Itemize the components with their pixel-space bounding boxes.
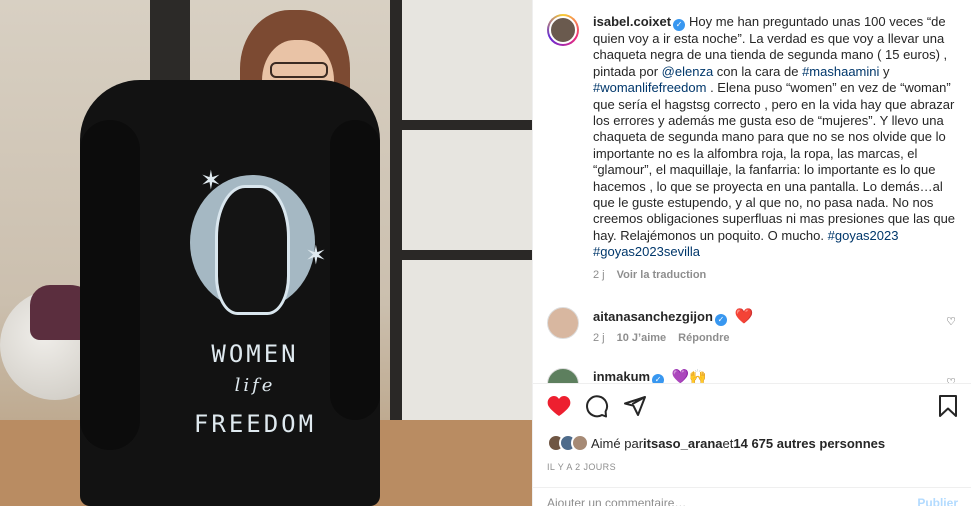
post-photo[interactable]: ✶ ✶ WOMEN life FREEDOM bbox=[0, 0, 532, 506]
liker-username[interactable]: itsaso_arana bbox=[643, 436, 723, 451]
post-side-panel: isabel.coixet ✓ Hoy me han preguntado unas… bbox=[532, 0, 971, 506]
comment-icon[interactable] bbox=[585, 394, 609, 421]
action-bar bbox=[547, 394, 958, 420]
add-comment-input[interactable]: Ajouter un commentaire… bbox=[547, 496, 686, 506]
star-icon: ✶ bbox=[305, 240, 327, 270]
add-comment-bar: Ajouter un commentaire… Publier bbox=[533, 487, 971, 506]
comment-like-heart-icon[interactable]: ♡ bbox=[946, 315, 956, 328]
caption-link[interactable]: #womanlifefreedom bbox=[593, 80, 706, 95]
caption-link[interactable]: #mashaamini bbox=[802, 64, 879, 79]
caption-link[interactable]: #goyas2023sevilla bbox=[593, 244, 700, 259]
translate-link[interactable]: Voir la traduction bbox=[617, 269, 707, 281]
author-username[interactable]: isabel.coixet bbox=[593, 14, 671, 29]
commenter-avatar[interactable] bbox=[547, 307, 579, 340]
heart-icon[interactable] bbox=[547, 395, 571, 420]
caption-link[interactable]: @elenza bbox=[662, 64, 714, 79]
verified-icon: ✓ bbox=[714, 314, 727, 327]
caption-time: 2 j bbox=[593, 268, 605, 281]
likes-summary: Aimé par itsaso_arana et 14 675 autres p… bbox=[547, 434, 958, 452]
commenter-avatar[interactable] bbox=[547, 368, 579, 383]
glasses bbox=[270, 62, 328, 78]
caption-segment: . Elena puso “women” en vez de “woman” q… bbox=[593, 80, 956, 243]
verified-icon: ✓ bbox=[652, 374, 665, 383]
publish-button[interactable]: Publier bbox=[917, 496, 958, 506]
likes-count[interactable]: 14 675 autres personnes bbox=[733, 436, 885, 451]
jacket-text-freedom: FREEDOM bbox=[193, 410, 317, 438]
jacket-text-women: WOMEN bbox=[211, 340, 299, 368]
posted-time: IL Y A 2 JOURS bbox=[547, 462, 616, 472]
caption-row: isabel.coixet ✓ Hoy me han preguntado unas… bbox=[547, 14, 956, 283]
caption: isabel.coixet ✓ Hoy me han preguntado unas… bbox=[593, 14, 956, 283]
comment-item: aitanasanchezgijon ✓ ❤️ 2 j 10 J’aime Répon… bbox=[547, 307, 956, 344]
caption-text: Hoy me han preguntado unas 100 veces “de… bbox=[593, 14, 955, 259]
comment-username[interactable]: aitanasanchezgijon bbox=[593, 309, 713, 324]
bookmark-icon[interactable] bbox=[938, 394, 958, 421]
jacket-sleeve-left bbox=[80, 120, 140, 450]
author-avatar[interactable] bbox=[547, 14, 579, 46]
caption-link[interactable]: #goyas2023 bbox=[828, 228, 899, 243]
painted-portrait bbox=[215, 185, 290, 315]
caption-segment: y bbox=[879, 63, 890, 79]
caption-meta: 2 j Voir la traduction bbox=[593, 267, 956, 283]
share-icon[interactable] bbox=[623, 394, 647, 421]
comment-meta: 2 j 10 J’aime Répondre bbox=[593, 332, 953, 344]
likes-prefix: Aimé par bbox=[591, 435, 644, 451]
jacket-text-life: life bbox=[234, 375, 276, 396]
comment-text: ❤️ bbox=[734, 308, 754, 326]
caption-segment: con la cara de bbox=[713, 63, 803, 79]
comment-like-heart-icon[interactable]: ♡ bbox=[946, 376, 956, 383]
verified-icon: ✓ bbox=[673, 19, 686, 31]
star-icon: ✶ bbox=[200, 165, 222, 195]
comment-text: 💜🙌 bbox=[671, 368, 707, 383]
likes-middle: et bbox=[722, 435, 734, 451]
comment-username[interactable]: inmakum bbox=[593, 369, 650, 383]
comment-time: 2 j bbox=[593, 332, 605, 345]
liker-avatars bbox=[547, 434, 589, 452]
comment-item: inmakum✓ 💜🙌 ♡ bbox=[547, 368, 956, 383]
comments-scroll-area[interactable]: isabel.coixet ✓ Hoy me han preguntado unas… bbox=[533, 0, 971, 383]
reply-button[interactable]: Répondre bbox=[678, 332, 729, 344]
comment-likes[interactable]: 10 J’aime bbox=[617, 332, 667, 344]
post-actions: Aimé par itsaso_arana et 14 675 autres p… bbox=[533, 383, 971, 506]
